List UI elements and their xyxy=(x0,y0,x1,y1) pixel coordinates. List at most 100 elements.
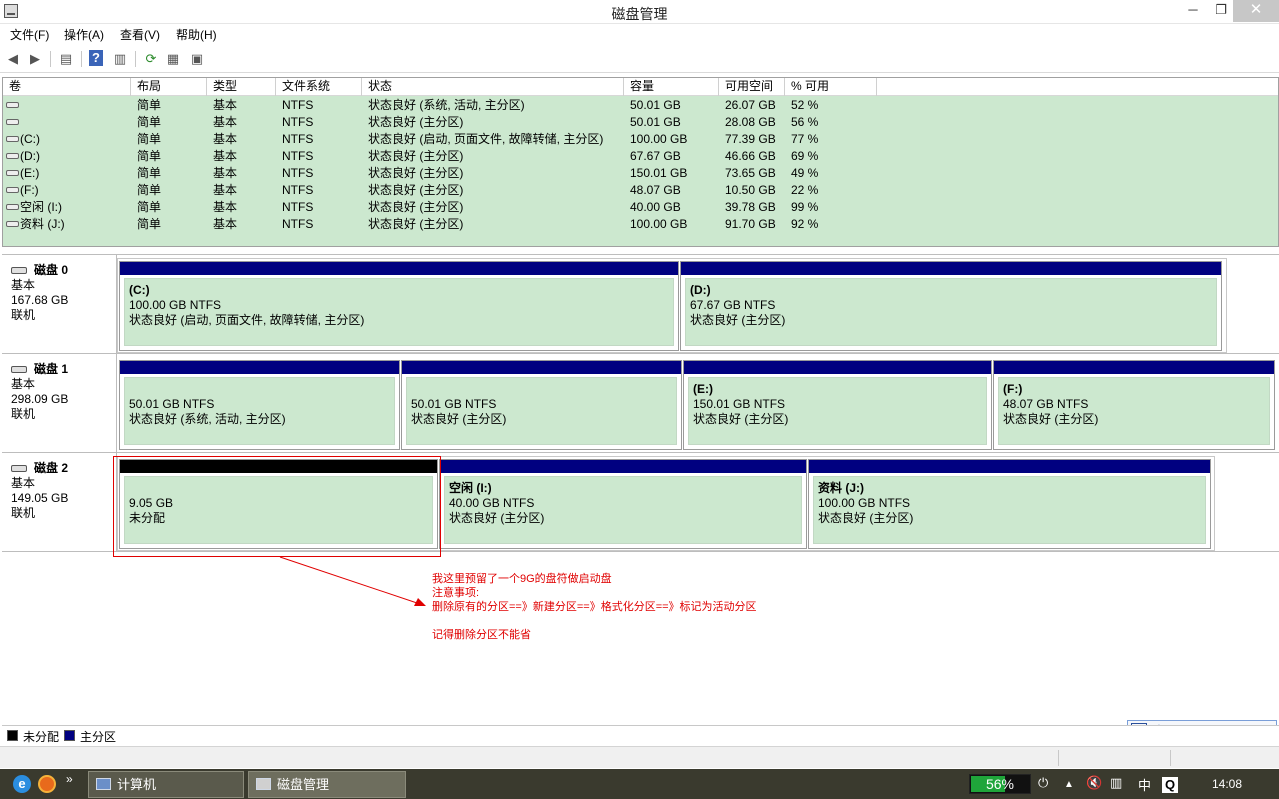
show-hide-console-tree-icon[interactable]: ▤ xyxy=(57,50,75,68)
volume-cell: 状态良好 (系统, 活动, 主分区) xyxy=(368,98,525,112)
volume-cell: NTFS xyxy=(282,200,314,214)
restore-button[interactable]: ❐ xyxy=(1206,0,1236,22)
input-method-icon[interactable]: Q xyxy=(1162,777,1178,793)
firefox-icon[interactable] xyxy=(38,775,56,793)
drive-icon xyxy=(6,204,19,210)
refresh-icon[interactable]: ⟳ xyxy=(142,50,160,68)
network-icon[interactable]: ▥ xyxy=(1110,775,1122,791)
volume-cell: 39.78 GB xyxy=(725,200,776,214)
partition-i[interactable]: 空闲 (I:) 40.00 GB NTFS 状态良好 (主分区) xyxy=(439,459,807,549)
volume-cell: 状态良好 (主分区) xyxy=(368,217,464,231)
partition-name xyxy=(129,382,390,397)
volume-list[interactable]: 卷 布局 类型 文件系统 状态 容量 可用空间 % 可用 简单 基本 NTFS 状态良… xyxy=(2,77,1279,247)
volume-row[interactable]: 简单 基本 NTFS 状态良好 (主分区) 50.01 GB 28.08 GB 56 % xyxy=(3,114,1278,131)
menu-help[interactable]: 帮助(H) xyxy=(176,26,217,43)
partition-size: 100.00 GB NTFS xyxy=(129,298,222,312)
menu-bar: 文件(F) 操作(A) 查看(V) 帮助(H) xyxy=(0,24,1279,44)
menu-file[interactable]: 文件(F) xyxy=(10,26,49,43)
taskbar-button-label: 计算机 xyxy=(117,777,157,792)
volume-row[interactable]: (C:) 简单 基本 NTFS 状态良好 (启动, 页面文件, 故障转储, 主分区) 10… xyxy=(3,131,1278,148)
disk-status: 联机 xyxy=(11,308,36,322)
power-plug-icon[interactable]: ⏻ xyxy=(1038,775,1048,791)
column-header-volume[interactable]: 卷 xyxy=(3,78,131,96)
volume-row[interactable]: (D:) 简单 基本 NTFS 状态良好 (主分区) 67.67 GB 46.66 GB 69… xyxy=(3,148,1278,165)
partition-system[interactable]: 50.01 GB NTFS 状态良好 (系统, 活动, 主分区) xyxy=(119,360,400,450)
column-header-free-space[interactable]: 可用空间 xyxy=(719,78,785,96)
volume-cell: 基本 xyxy=(213,200,238,214)
volume-row[interactable]: 简单 基本 NTFS 状态良好 (系统, 活动, 主分区) 50.01 GB 26.07 … xyxy=(3,97,1278,114)
volume-row[interactable]: 空闲 (I:) 简单 基本 NTFS 状态良好 (主分区) 40.00 GB 39.78 G… xyxy=(3,199,1278,216)
volume-cell: 99 % xyxy=(791,200,819,214)
volume-row[interactable]: (F:) 简单 基本 NTFS 状态良好 (主分区) 48.07 GB 10.50 GB 22… xyxy=(3,182,1278,199)
clock[interactable]: 14:08 xyxy=(1212,777,1242,791)
volume-cell: 77 % xyxy=(791,132,819,146)
disk-label-2[interactable]: 磁盘 2 基本 149.05 GB 联机 xyxy=(2,453,117,551)
partition-e[interactable]: (E:) 150.01 GB NTFS 状态良好 (主分区) xyxy=(683,360,992,450)
partition-j[interactable]: 资料 (J:) 100.00 GB NTFS 状态良好 (主分区) xyxy=(808,459,1211,549)
partition-status: 状态良好 (主分区) xyxy=(693,412,789,426)
menu-view[interactable]: 查看(V) xyxy=(120,26,160,43)
partition-name: (D:) xyxy=(690,283,711,297)
ime-indicator[interactable]: 中 xyxy=(1138,775,1151,794)
rescan-disks-icon[interactable]: ▣ xyxy=(188,50,206,68)
partition-c[interactable]: (C:) 100.00 GB NTFS 状态良好 (启动, 页面文件, 故障转储… xyxy=(119,261,679,351)
volume-cell: (F:) xyxy=(20,183,39,197)
quick-launch-expand-icon[interactable]: » xyxy=(66,772,73,786)
column-header-filesystem[interactable]: 文件系统 xyxy=(276,78,362,96)
menu-action[interactable]: 操作(A) xyxy=(64,26,104,43)
annotation-line-1: 我这里预留了一个9G的盘符做启动盘 xyxy=(432,573,612,585)
volume-cell: NTFS xyxy=(282,183,314,197)
partition-size: 48.07 GB NTFS xyxy=(1003,397,1089,411)
taskbar-button-label: 磁盘管理 xyxy=(277,777,330,792)
column-header-percent-free[interactable]: % 可用 xyxy=(785,78,877,96)
annotation-line-3: 删除原有的分区==》新建分区==》格式化分区==》标记为活动分区 xyxy=(432,601,757,613)
volume-row[interactable]: 资料 (J:) 简单 基本 NTFS 状态良好 (主分区) 100.00 GB 91.70 … xyxy=(3,216,1278,233)
disk-type: 基本 xyxy=(11,377,36,391)
properties-icon[interactable]: ▦ xyxy=(164,50,182,68)
column-header-capacity[interactable]: 容量 xyxy=(624,78,719,96)
partition-f[interactable]: (F:) 48.07 GB NTFS 状态良好 (主分区) xyxy=(993,360,1275,450)
partition-size: 100.00 GB NTFS xyxy=(818,496,911,510)
partition-type-bar xyxy=(809,460,1210,473)
volume-cell: 100.00 GB xyxy=(630,132,688,146)
legend-label-unallocated: 未分配 xyxy=(23,730,60,744)
partition-type-bar xyxy=(120,361,399,374)
back-icon[interactable]: ◀ xyxy=(4,50,22,68)
column-header-type[interactable]: 类型 xyxy=(207,78,276,96)
disk-type: 基本 xyxy=(11,476,36,490)
partition-name: (E:) xyxy=(693,382,713,396)
partition-status: 状态良好 (主分区) xyxy=(818,511,914,525)
taskbar-button-computer[interactable]: 计算机 xyxy=(88,771,244,798)
internet-explorer-icon[interactable]: e xyxy=(13,775,31,793)
help-icon[interactable]: ? xyxy=(89,50,103,66)
partition-size: 40.00 GB NTFS xyxy=(449,496,535,510)
partition-type-bar xyxy=(994,361,1274,374)
show-hide-action-pane-icon[interactable]: ▥ xyxy=(111,50,129,68)
disk-label-1[interactable]: 磁盘 1 基本 298.09 GB 联机 xyxy=(2,354,117,452)
volume-cell: 56 % xyxy=(791,115,819,129)
partition-d[interactable]: (D:) 67.67 GB NTFS 状态良好 (主分区) xyxy=(680,261,1222,351)
disk-status: 联机 xyxy=(11,407,36,421)
disk-size: 149.05 GB xyxy=(11,491,69,505)
minimize-button[interactable]: ─ xyxy=(1178,0,1208,22)
partition-unlabeled[interactable]: 50.01 GB NTFS 状态良好 (主分区) xyxy=(401,360,682,450)
volume-cell: 简单 xyxy=(137,200,162,214)
disk-name: 磁盘 0 xyxy=(34,263,69,277)
status-bar xyxy=(0,746,1279,768)
close-button[interactable]: ✕ xyxy=(1233,0,1279,22)
volume-muted-icon[interactable]: 🔇 xyxy=(1086,775,1102,791)
show-hidden-icons-icon[interactable]: ▲ xyxy=(1064,779,1074,790)
disk-label-0[interactable]: 磁盘 0 基本 167.68 GB 联机 xyxy=(2,255,117,353)
battery-indicator[interactable]: 56% xyxy=(969,774,1031,794)
forward-icon[interactable]: ▶ xyxy=(26,50,44,68)
volume-row[interactable]: (E:) 简单 基本 NTFS 状态良好 (主分区) 150.01 GB 73.65 GB 4… xyxy=(3,165,1278,182)
volume-cell: 基本 xyxy=(213,166,238,180)
partition-size: 50.01 GB NTFS xyxy=(411,397,497,411)
volume-cell: NTFS xyxy=(282,132,314,146)
taskbar-button-disk-management[interactable]: 磁盘管理 xyxy=(248,771,406,798)
volume-cell: 基本 xyxy=(213,115,238,129)
column-header-layout[interactable]: 布局 xyxy=(131,78,207,96)
partition-status: 状态良好 (主分区) xyxy=(411,412,507,426)
column-header-status[interactable]: 状态 xyxy=(362,78,624,96)
drive-icon xyxy=(6,136,19,142)
